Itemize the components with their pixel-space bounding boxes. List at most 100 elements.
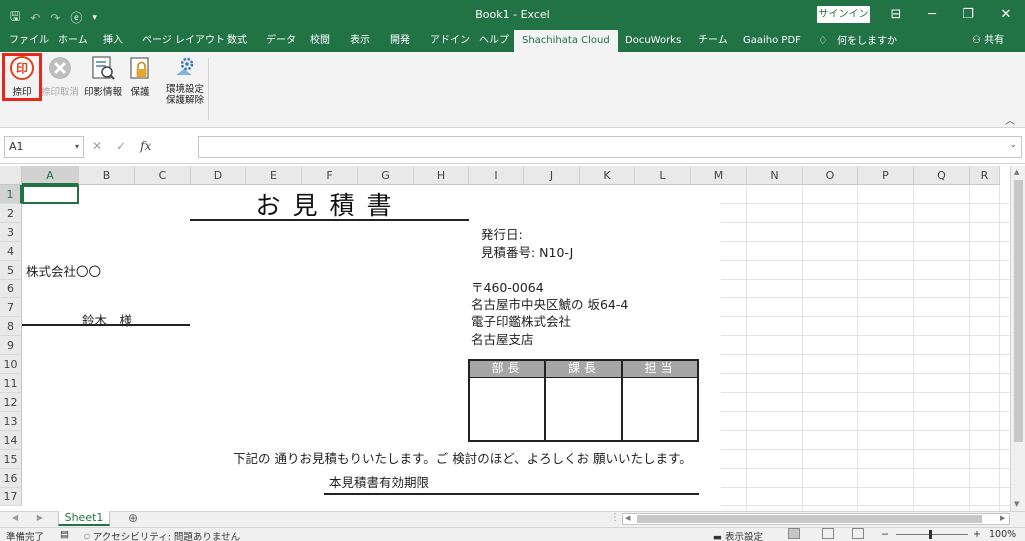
add-sheet-icon[interactable]: ⊕	[128, 511, 138, 525]
tab-team[interactable]: チーム	[698, 30, 728, 52]
column-header-a[interactable]: A	[22, 166, 79, 185]
redo-icon[interactable]: ↷	[50, 11, 60, 25]
collapse-ribbon-icon[interactable]: ︿	[1005, 112, 1015, 127]
column-header-o[interactable]: O	[803, 166, 858, 185]
normal-view-icon[interactable]	[788, 528, 800, 539]
scroll-down-icon[interactable]: ▼	[1014, 500, 1019, 508]
row-header-12[interactable]: 12	[0, 393, 22, 412]
column-header-r[interactable]: R	[970, 166, 1000, 185]
tell-me-search[interactable]: ♢ 何をしますか	[818, 30, 897, 52]
column-header-c[interactable]: C	[135, 166, 191, 185]
row-header-9[interactable]: 9	[0, 336, 22, 355]
formula-input[interactable]: ⌄	[198, 136, 1022, 158]
vertical-scrollbar[interactable]: ▲ ▼	[1010, 166, 1025, 511]
column-header-n[interactable]: N	[747, 166, 803, 185]
cancel-stamp-button[interactable]: 捺印取消	[40, 55, 80, 98]
page-layout-view-icon[interactable]	[822, 528, 834, 539]
row-header-13[interactable]: 13	[0, 412, 22, 431]
tab-data[interactable]: データ	[266, 30, 296, 52]
share-button[interactable]: ⚇ 共有	[972, 30, 1004, 52]
row-header-10[interactable]: 10	[0, 355, 22, 374]
tab-formulas[interactable]: 数式	[227, 30, 247, 52]
macro-record-icon[interactable]: ▤	[60, 529, 69, 540]
tab-help[interactable]: ヘルプ	[479, 30, 509, 52]
row-header-4[interactable]: 4	[0, 242, 22, 261]
row-header-3[interactable]: 3	[0, 223, 22, 242]
column-header-b[interactable]: B	[79, 166, 135, 185]
zoom-level[interactable]: 100%	[989, 529, 1016, 540]
zoom-slider[interactable]	[896, 534, 968, 535]
row-header-8[interactable]: 8	[0, 317, 22, 336]
zoom-slider-thumb[interactable]	[929, 530, 932, 539]
tab-home[interactable]: ホーム	[58, 30, 88, 52]
zoom-out-icon[interactable]: −	[881, 529, 889, 540]
row-header-17[interactable]: 17	[0, 488, 22, 506]
row-header-2[interactable]: 2	[0, 204, 22, 223]
tab-docuworks[interactable]: DocuWorks	[625, 30, 681, 52]
tab-gaaiho-pdf[interactable]: Gaaiho PDF	[743, 30, 801, 52]
insert-function-icon[interactable]: fx	[140, 139, 151, 153]
tab-addins[interactable]: アドイン	[430, 30, 470, 52]
undo-icon[interactable]: ↶	[30, 11, 40, 25]
stamp-info-button[interactable]: 印影情報	[83, 55, 123, 98]
sheet-tab-sheet1[interactable]: Sheet1	[58, 511, 110, 526]
customize-qat-icon[interactable]: ▾	[92, 13, 97, 23]
column-header-h[interactable]: H	[414, 166, 469, 185]
row-header-15[interactable]: 15	[0, 450, 22, 469]
column-header-p[interactable]: P	[858, 166, 914, 185]
tab-file[interactable]: ファイル	[9, 30, 49, 52]
scroll-right-icon[interactable]: ▶	[1000, 514, 1005, 522]
expand-formula-icon[interactable]: ⌄	[1009, 140, 1017, 150]
minimize-icon[interactable]: ─	[914, 0, 950, 30]
column-header-j[interactable]: J	[524, 166, 580, 185]
page-break-view-icon[interactable]	[852, 528, 864, 539]
stamp-quick-icon[interactable]: ⓔ	[70, 9, 82, 26]
column-header-d[interactable]: D	[191, 166, 246, 185]
tab-page-layout[interactable]: ページ レイアウト	[142, 30, 225, 52]
active-cell-selection[interactable]	[22, 185, 79, 204]
confirm-entry-icon[interactable]: ✓	[116, 139, 126, 153]
tab-shachihata-cloud[interactable]: Shachihata Cloud	[514, 30, 618, 52]
horizontal-scrollbar[interactable]: ◀ ▶	[622, 513, 1010, 525]
row-header-5[interactable]: 5	[0, 261, 22, 280]
save-icon[interactable]: 🖫	[10, 7, 20, 28]
tab-view[interactable]: 表示	[350, 30, 370, 52]
settings-button[interactable]: 環境設定 保護解除	[163, 55, 207, 106]
cancel-entry-icon[interactable]: ✕	[92, 139, 102, 153]
restore-icon[interactable]: ❐	[950, 0, 986, 30]
row-header-6[interactable]: 6	[0, 280, 22, 298]
vertical-scroll-thumb[interactable]	[1014, 180, 1023, 442]
close-icon[interactable]: ✕	[988, 0, 1024, 30]
zoom-in-icon[interactable]: +	[973, 529, 981, 540]
protect-button[interactable]: 保護	[128, 55, 152, 98]
column-header-g[interactable]: G	[358, 166, 414, 185]
sheet-nav-arrows[interactable]: ◀ ▶	[12, 513, 51, 522]
column-header-l[interactable]: L	[635, 166, 691, 185]
column-header-e[interactable]: E	[246, 166, 302, 185]
tab-insert[interactable]: 挿入	[103, 30, 123, 52]
row-header-7[interactable]: 7	[0, 298, 22, 317]
chevron-down-icon[interactable]: ▾	[75, 137, 79, 157]
column-header-i[interactable]: I	[469, 166, 524, 185]
row-header-14[interactable]: 14	[0, 431, 22, 450]
column-header-k[interactable]: K	[580, 166, 635, 185]
select-all-corner[interactable]	[0, 166, 22, 185]
column-header-m[interactable]: M	[691, 166, 747, 185]
display-settings[interactable]: ▬ 表示設定	[713, 529, 763, 541]
tab-developer[interactable]: 開発	[390, 30, 410, 52]
accessibility-status[interactable]: ⍜ アクセシビリティ: 問題ありません	[84, 529, 240, 541]
name-box[interactable]: A1 ▾	[4, 136, 84, 158]
row-header-16[interactable]: 16	[0, 469, 22, 488]
tab-split-handle[interactable]: ⋮	[610, 512, 620, 523]
horizontal-scroll-thumb[interactable]	[637, 515, 982, 523]
row-header-1[interactable]: 1	[0, 185, 22, 204]
scroll-left-icon[interactable]: ◀	[625, 514, 630, 522]
scroll-up-icon[interactable]: ▲	[1014, 168, 1019, 176]
column-header-q[interactable]: Q	[914, 166, 970, 185]
signin-button[interactable]: サインイン	[817, 6, 870, 23]
ribbon-display-options-icon[interactable]: ⊟	[878, 0, 914, 30]
column-header-f[interactable]: F	[302, 166, 358, 185]
row-header-11[interactable]: 11	[0, 374, 22, 393]
tab-review[interactable]: 校閲	[310, 30, 330, 52]
quick-access-toolbar: 🖫 ↶ ↷ ⓔ ▾	[10, 7, 97, 28]
